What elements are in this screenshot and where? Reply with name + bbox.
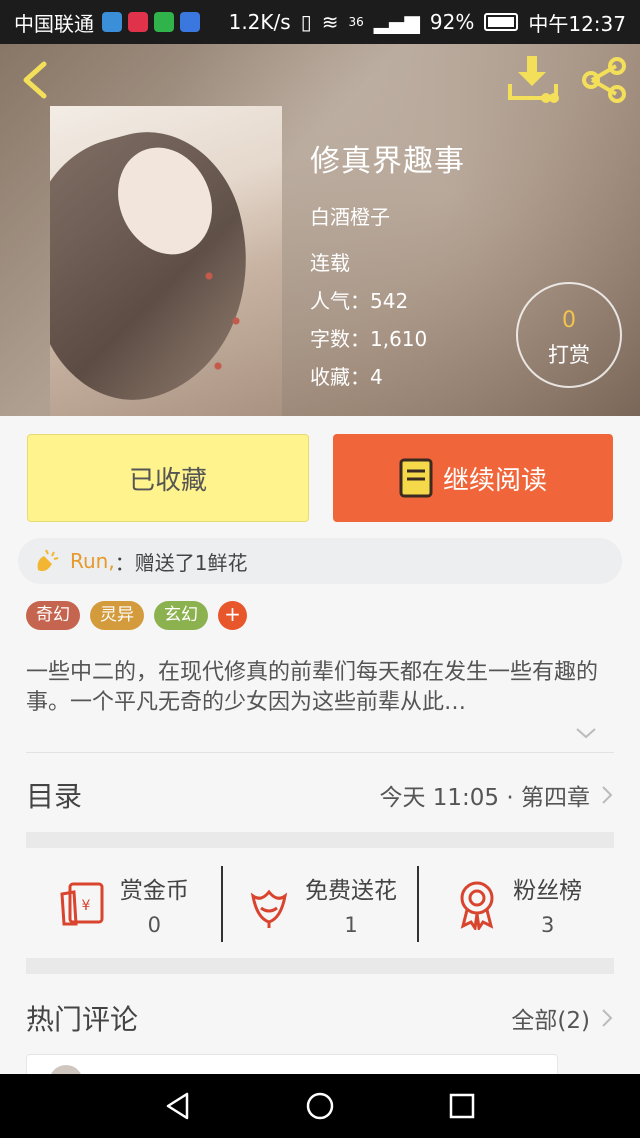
add-tag-button[interactable]: + — [218, 601, 247, 630]
book-description: 一些中二的，在现代修真的前辈们每天都在发生一些有趣的事。一个平凡无奇的少女因为这… — [26, 660, 599, 715]
support-value: 3 — [540, 913, 555, 937]
status-bar: 中国联通 1.2K/s ▯ ≋ 36 ▂▄▆ 92% 中午12:37 — [0, 0, 640, 44]
stat-label: 人气： — [310, 289, 370, 313]
chevron-right-icon — [602, 1009, 613, 1027]
system-nav-bar — [0, 1074, 640, 1138]
share-icon[interactable] — [580, 56, 628, 104]
app-notification-icon — [102, 12, 122, 32]
word-count-stat: 字数：1,610 — [310, 323, 427, 352]
support-label: 粉丝榜 — [513, 878, 583, 904]
carrier-name: 中国联通 — [14, 11, 94, 36]
stat-label: 收藏： — [310, 365, 370, 389]
book-icon — [399, 458, 433, 498]
battery-percent: 92% — [429, 10, 475, 34]
app-notification-icon — [128, 12, 148, 32]
stat-value: 4 — [370, 365, 383, 389]
support-value: 1 — [344, 913, 358, 937]
status-right: 1.2K/s ▯ ≋ 36 ▂▄▆ 92% 中午12:37 — [229, 8, 626, 37]
stat-value: 542 — [370, 289, 409, 313]
hot-comments-header: 热门评论 全部(2) — [26, 994, 614, 1042]
genre-tag[interactable]: 玄幻 — [154, 601, 208, 630]
collected-label: 已收藏 — [128, 465, 207, 496]
book-header: 修真界趣事 白酒橙子 连载 人气：542 字数：1,610 收藏：4 0 打赏 — [0, 44, 640, 416]
medal-icon — [460, 881, 494, 930]
download-icon[interactable] — [506, 54, 560, 104]
wifi-icon: ≋ — [321, 10, 339, 34]
cover-art — [182, 246, 272, 396]
book-title: 修真界趣事 — [310, 144, 465, 179]
clap-icon — [37, 549, 59, 572]
support-label: 赏金币 — [119, 878, 189, 904]
genre-tags: 奇幻 灵异 玄幻 + — [26, 601, 247, 630]
genre-tag[interactable]: 奇幻 — [26, 601, 80, 630]
signal-icon: ▂▄▆ — [373, 10, 420, 34]
chevron-down-icon[interactable] — [574, 724, 598, 742]
tip-button[interactable]: 0 打赏 — [516, 282, 622, 388]
genre-tag[interactable]: 灵异 — [90, 601, 144, 630]
nav-back-icon[interactable] — [163, 1091, 193, 1121]
book-cover[interactable] — [50, 106, 282, 416]
table-of-contents-row[interactable]: 目录 今天 11:05 · 第四章 — [26, 770, 614, 820]
nav-home-icon[interactable] — [305, 1091, 335, 1121]
support-row: ¥ 赏金币 0 免费送花 1 粉丝榜 3 — [26, 866, 614, 942]
free-flower-button[interactable]: 免费送花 1 — [220, 866, 418, 942]
fan-ranking-button[interactable]: 粉丝榜 3 — [417, 866, 614, 942]
section-separator — [26, 832, 614, 848]
nav-recents-icon[interactable] — [447, 1091, 477, 1121]
support-label: 免费送花 — [305, 878, 397, 904]
collected-button[interactable]: 已收藏 — [27, 434, 309, 522]
tip-label: 打赏 — [548, 343, 590, 367]
book-status: 连载 — [310, 251, 350, 275]
svg-text:¥: ¥ — [81, 898, 90, 914]
coin-reward-button[interactable]: ¥ 赏金币 0 — [26, 866, 221, 942]
app-notification-icon — [180, 12, 200, 32]
gift-notice: Run, ：赠送了1鲜花 — [18, 538, 622, 584]
stat-value: 1,610 — [370, 327, 428, 351]
all-comments-link[interactable]: 全部(2) — [511, 1001, 614, 1035]
comments-title: 热门评论 — [26, 1003, 139, 1036]
flower-icon — [250, 889, 288, 928]
toc-title: 目录 — [26, 780, 83, 813]
network-type: 36 — [348, 15, 364, 29]
continue-label: 继续阅读 — [442, 465, 547, 496]
stat-label: 字数： — [310, 327, 370, 351]
clock: 中午12:37 — [528, 11, 626, 36]
all-comments-label: 全部(2) — [511, 1008, 590, 1034]
favorites-stat: 收藏：4 — [310, 361, 383, 390]
app-notification-icon — [154, 12, 174, 32]
vibrate-icon: ▯ — [300, 10, 312, 34]
support-value: 0 — [147, 913, 162, 937]
latest-chapter: 今天 11:05 · 第四章 — [379, 785, 590, 811]
red-envelope-icon: ¥ — [60, 882, 104, 926]
tip-count: 0 — [562, 308, 576, 333]
section-separator — [26, 958, 614, 974]
gift-user[interactable]: Run, — [70, 549, 115, 573]
book-author[interactable]: 白酒橙子 — [310, 201, 390, 230]
chevron-right-icon — [602, 786, 613, 804]
popularity-stat: 人气：542 — [310, 285, 408, 314]
gift-text: ：赠送了1鲜花 — [114, 550, 248, 575]
continue-reading-button[interactable]: 继续阅读 — [333, 434, 613, 522]
divider — [26, 752, 614, 753]
network-speed: 1.2K/s — [228, 10, 291, 34]
back-arrow-icon[interactable] — [18, 60, 54, 100]
battery-icon — [484, 13, 519, 31]
